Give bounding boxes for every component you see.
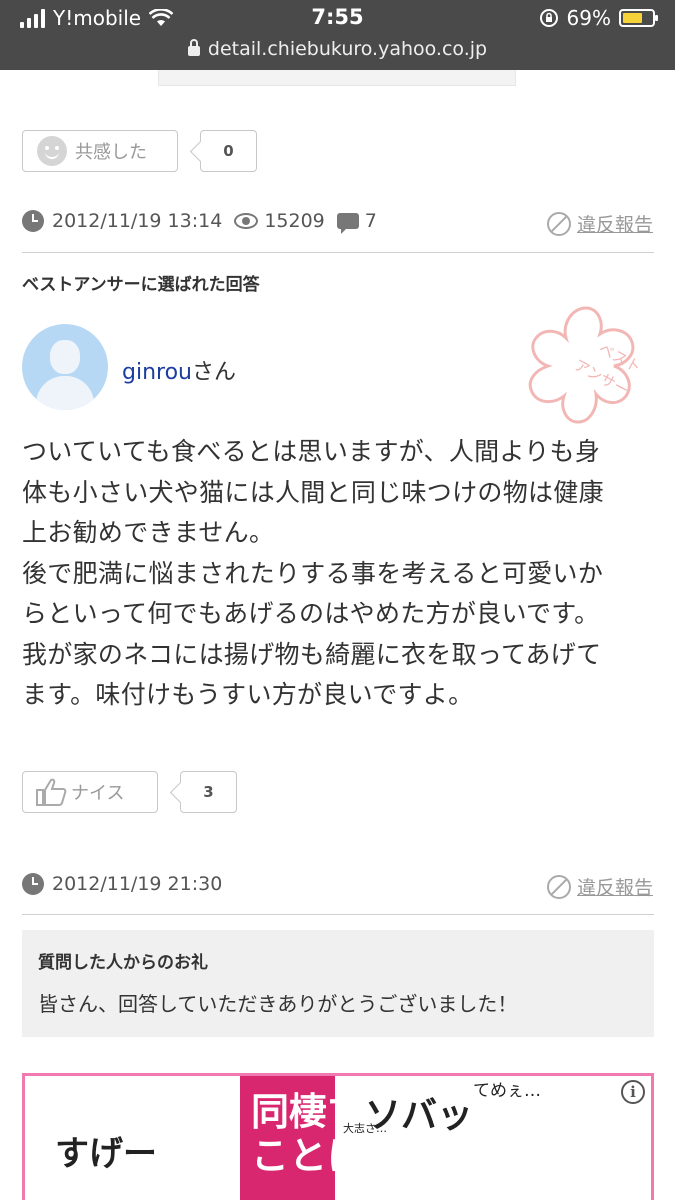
- answer-meta: 2012/11/19 21:30: [22, 873, 222, 895]
- divider: [22, 252, 654, 253]
- question-meta: 2012/11/19 13:14 15209 7: [22, 210, 377, 234]
- lock-icon: [187, 39, 200, 56]
- best-answer-title: ベストアンサーに選ばれた回答: [22, 275, 260, 295]
- answerer-suffix: さん: [192, 360, 237, 385]
- answerer-name: ginrouさん: [122, 354, 236, 386]
- manga-ad-banner[interactable]: すげー 同棲す ことに… 大志さ… ソバッ てめぇ… i: [22, 1073, 654, 1200]
- view-count: 15209: [264, 210, 325, 232]
- smile-icon: [37, 136, 67, 166]
- report-link[interactable]: 違反報告: [546, 873, 653, 900]
- nice-button[interactable]: ナイス: [22, 771, 158, 813]
- empathy-button[interactable]: 共感した: [22, 130, 178, 172]
- clock-icon: [22, 210, 44, 232]
- prohibited-icon: [546, 211, 571, 236]
- ad-text-left: すげー: [55, 1134, 157, 1174]
- info-icon[interactable]: i: [621, 1080, 645, 1104]
- ad-strip: [158, 70, 516, 86]
- thanks-box: 質問した人からのお礼 皆さん、回答していただきありがとうございました！: [22, 930, 654, 1037]
- best-answer-stamp-icon: ベスト アンサー: [528, 306, 644, 424]
- empathy-count: 0: [200, 130, 257, 172]
- avatar[interactable]: [22, 324, 108, 410]
- thumbs-up-icon: [36, 778, 67, 806]
- ad-text-right: てめぇ…: [473, 1081, 541, 1101]
- battery-area: 69%: [539, 6, 658, 30]
- divider: [22, 914, 654, 915]
- report-link[interactable]: 違反報告: [546, 210, 653, 237]
- status-bar: Y!mobile 7:55 69% detail.chiebukuro.yaho…: [0, 0, 675, 70]
- url-bar[interactable]: detail.chiebukuro.yahoo.co.jp: [0, 38, 675, 60]
- nice-label: ナイス: [71, 783, 125, 804]
- ad-text-mid: ソバッ: [365, 1095, 474, 1136]
- report-label: 違反報告: [576, 877, 653, 899]
- orientation-lock-icon: [539, 9, 558, 27]
- thanks-title: 質問した人からのお礼: [38, 953, 208, 973]
- question-date: 2012/11/19 13:14: [52, 210, 223, 232]
- answer-body: ついていても食べるとは思いますが、人間よりも身 体も小さい犬や猫には人間と同じ味…: [22, 437, 604, 709]
- comment-icon: [336, 213, 359, 234]
- prohibited-icon: [546, 874, 571, 899]
- battery-icon: [619, 9, 658, 27]
- url-text: detail.chiebukuro.yahoo.co.jp: [207, 38, 488, 60]
- clock-icon: [22, 873, 44, 895]
- report-label: 違反報告: [576, 214, 653, 236]
- answer-count: 7: [364, 210, 377, 232]
- eye-icon: [234, 213, 259, 229]
- thanks-body: 皆さん、回答していただきありがとうございました！: [38, 992, 518, 1016]
- answerer-link[interactable]: ginrou: [122, 360, 192, 385]
- nice-count: 3: [180, 771, 237, 813]
- answer-date: 2012/11/19 21:30: [52, 873, 223, 895]
- empathy-label: 共感した: [75, 142, 147, 163]
- battery-percent: 69%: [566, 6, 611, 30]
